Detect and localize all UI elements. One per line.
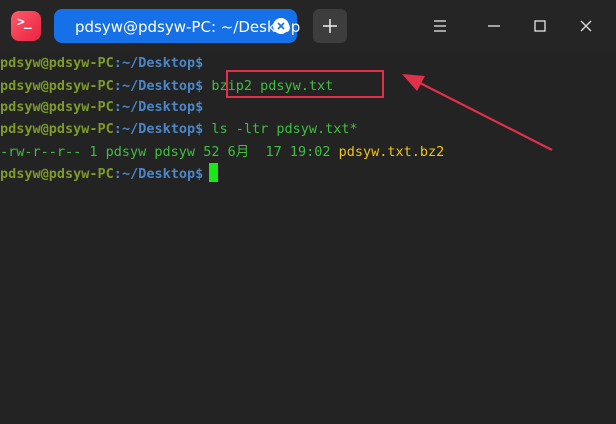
annotation-arrow bbox=[402, 74, 553, 151]
